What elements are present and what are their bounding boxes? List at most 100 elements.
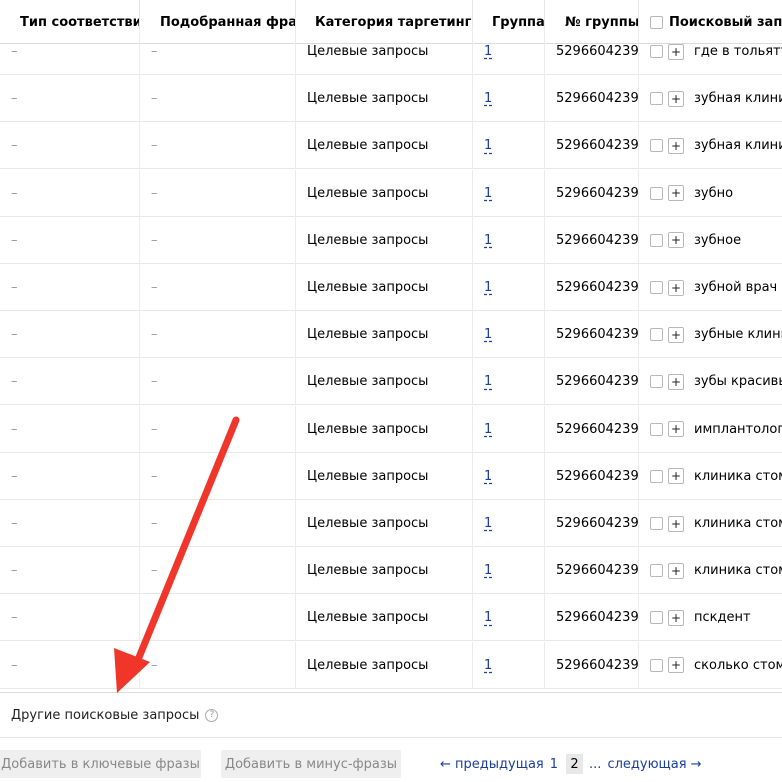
group-number-cell: 5296604239 bbox=[545, 452, 639, 500]
match-type-cell: – bbox=[0, 358, 140, 406]
plus-icon[interactable]: + bbox=[668, 279, 684, 296]
matched-phrase-cell: – bbox=[140, 169, 296, 217]
row-checkbox[interactable] bbox=[650, 469, 663, 483]
group-number-cell: 5296604239 bbox=[545, 594, 639, 642]
search-query-text: зубные клиники bbox=[694, 327, 782, 343]
group-number-cell: 5296604239 bbox=[545, 641, 639, 689]
search-query-text: клиника стома bbox=[694, 468, 782, 484]
group-link[interactable]: 1 bbox=[484, 658, 492, 673]
targeting-category-cell: Целевые запросы bbox=[296, 547, 473, 595]
row-checkbox[interactable] bbox=[650, 45, 663, 58]
match-type-cell: – bbox=[0, 216, 140, 264]
group-link[interactable]: 1 bbox=[484, 610, 492, 625]
search-query-text: сколько стома bbox=[694, 657, 782, 673]
search-query-cell: + зубная клиника bbox=[639, 122, 782, 169]
table-row: – – Целевые запросы 1 5296604239 + зубные клин… bbox=[0, 311, 782, 359]
group-link[interactable]: 1 bbox=[484, 91, 492, 106]
plus-icon[interactable]: + bbox=[668, 468, 684, 485]
table-row: – – Целевые запросы 1 5296604239 + зубы красив… bbox=[0, 358, 782, 406]
group-link[interactable]: 1 bbox=[484, 516, 492, 531]
plus-icon[interactable]: + bbox=[668, 515, 684, 532]
targeting-category-cell: Целевые запросы bbox=[296, 311, 473, 359]
plus-icon[interactable]: + bbox=[668, 232, 684, 249]
group-link[interactable]: 1 bbox=[484, 280, 492, 295]
row-checkbox[interactable] bbox=[650, 375, 663, 389]
search-query-text: клиника стома bbox=[694, 563, 782, 579]
group-number-cell: 5296604239 bbox=[545, 547, 639, 595]
row-checkbox[interactable] bbox=[650, 92, 663, 106]
group-cell: 1 bbox=[473, 311, 545, 359]
group-link[interactable]: 1 bbox=[484, 233, 492, 248]
pagination-next-link[interactable]: следующая → bbox=[607, 757, 701, 772]
matched-phrase-cell: – bbox=[140, 547, 296, 595]
matched-phrase-cell: – bbox=[140, 216, 296, 264]
match-type-cell: – bbox=[0, 169, 140, 217]
group-link[interactable]: 1 bbox=[484, 422, 492, 437]
group-number-cell: 5296604239 bbox=[545, 358, 639, 406]
other-queries-row: Другие поисковые запросы ? bbox=[0, 692, 782, 738]
row-checkbox[interactable] bbox=[650, 422, 663, 436]
targeting-category-cell: Целевые запросы bbox=[296, 405, 473, 453]
add-to-keywords-button[interactable]: Добавить в ключевые фразы bbox=[0, 750, 201, 778]
matched-phrase-cell: – bbox=[140, 28, 296, 75]
plus-icon[interactable]: + bbox=[668, 421, 684, 438]
table-row: – – Целевые запросы 1 5296604239 + зубное bbox=[0, 216, 782, 264]
group-link[interactable]: 1 bbox=[484, 186, 492, 201]
group-cell: 1 bbox=[473, 500, 545, 547]
targeting-category-cell: Целевые запросы bbox=[296, 594, 473, 642]
match-type-cell: – bbox=[0, 75, 140, 123]
row-checkbox[interactable] bbox=[650, 281, 663, 294]
pagination-prev-link[interactable]: ← предыдущая bbox=[440, 757, 544, 772]
table-row: – – Целевые запросы 1 5296604239 + зубно bbox=[0, 169, 782, 217]
pagination: ← предыдущая 1 2 ... следующая → bbox=[440, 750, 702, 778]
search-query-cell: + пскдент bbox=[639, 594, 782, 641]
group-link[interactable]: 1 bbox=[484, 138, 492, 153]
pagination-page-1[interactable]: 1 bbox=[550, 757, 558, 772]
row-checkbox[interactable] bbox=[650, 186, 663, 200]
group-link[interactable]: 1 bbox=[484, 374, 492, 389]
search-query-text: зубно bbox=[694, 185, 734, 201]
targeting-category-cell: Целевые запросы bbox=[296, 264, 473, 311]
group-link[interactable]: 1 bbox=[484, 44, 492, 59]
targeting-category-cell: Целевые запросы bbox=[296, 358, 473, 406]
plus-icon[interactable]: + bbox=[668, 43, 684, 60]
table-row: – – Целевые запросы 1 5296604239 + пскдент bbox=[0, 594, 782, 642]
matched-phrase-cell: – bbox=[140, 500, 296, 547]
help-icon[interactable]: ? bbox=[205, 708, 219, 722]
row-checkbox[interactable] bbox=[650, 658, 663, 672]
targeting-category-cell: Целевые запросы bbox=[296, 28, 473, 75]
targeting-category-cell: Целевые запросы bbox=[296, 452, 473, 500]
row-checkbox[interactable] bbox=[650, 517, 663, 530]
plus-icon[interactable]: + bbox=[668, 326, 684, 343]
row-checkbox[interactable] bbox=[650, 328, 663, 342]
plus-icon[interactable]: + bbox=[668, 137, 684, 154]
plus-icon[interactable]: + bbox=[668, 373, 684, 390]
plus-icon[interactable]: + bbox=[668, 657, 684, 674]
row-checkbox[interactable] bbox=[650, 139, 663, 153]
plus-icon[interactable]: + bbox=[668, 609, 684, 626]
targeting-category-cell: Целевые запросы bbox=[296, 122, 473, 170]
pagination-ellipsis: ... bbox=[589, 756, 602, 772]
group-link[interactable]: 1 bbox=[484, 327, 492, 342]
plus-icon[interactable]: + bbox=[668, 90, 684, 107]
search-query-cell: + клиника стома bbox=[639, 453, 782, 500]
group-number-cell: 5296604239 bbox=[545, 311, 639, 359]
matched-phrase-cell: – bbox=[140, 311, 296, 359]
search-query-cell: + зубы красивые bbox=[639, 358, 782, 405]
group-cell: 1 bbox=[473, 547, 545, 595]
search-query-cell: + зубное bbox=[639, 217, 782, 264]
row-checkbox[interactable] bbox=[650, 611, 663, 625]
match-type-cell: – bbox=[0, 122, 140, 170]
group-link[interactable]: 1 bbox=[484, 469, 492, 484]
plus-icon[interactable]: + bbox=[668, 185, 684, 202]
select-all-checkbox[interactable] bbox=[650, 15, 663, 29]
add-to-negative-keywords-button[interactable]: Добавить в минус-фразы bbox=[221, 750, 401, 778]
search-query-cell: + клиника стома bbox=[639, 500, 782, 547]
group-link[interactable]: 1 bbox=[484, 563, 492, 578]
search-query-cell: + зубная клиника bbox=[639, 75, 782, 122]
row-checkbox[interactable] bbox=[650, 564, 663, 578]
search-query-cell: + зубной врач bbox=[639, 264, 782, 311]
row-checkbox[interactable] bbox=[650, 233, 663, 247]
plus-icon[interactable]: + bbox=[668, 562, 684, 579]
search-query-cell: + где в тольятти bbox=[639, 28, 782, 75]
